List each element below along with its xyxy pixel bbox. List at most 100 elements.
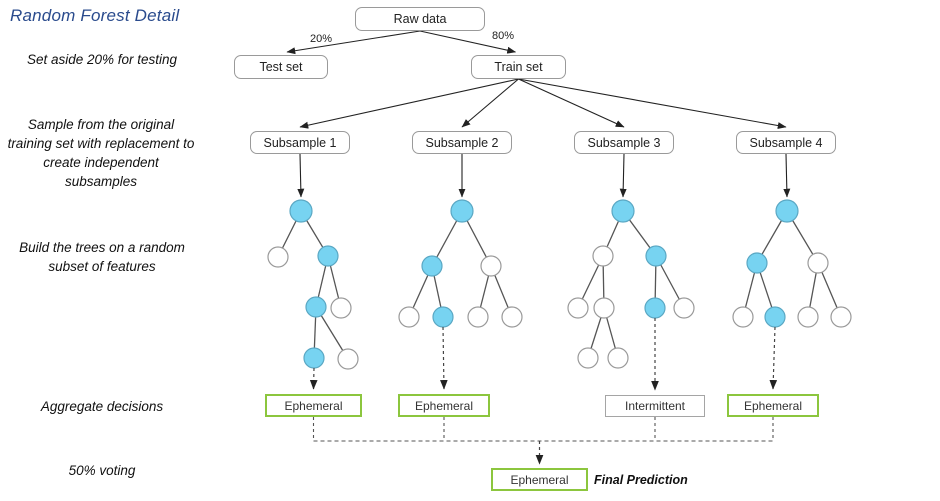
tree-2-branch — [477, 265, 492, 318]
tree-1-branch — [327, 255, 342, 309]
final-prediction-box[interactable]: Ephemeral — [491, 468, 588, 491]
prediction-box-1-label: Ephemeral — [284, 398, 343, 413]
tree-2-node-inactive[interactable] — [501, 306, 523, 328]
box-raw-data-label: Raw data — [393, 12, 447, 26]
tree-3-node-active[interactable] — [611, 199, 635, 223]
stage-label-1: Set aside 20% for testing — [26, 52, 178, 67]
tree-1-node-active[interactable] — [317, 245, 339, 267]
tree-3-branch — [587, 307, 605, 359]
tree-3-node-active[interactable] — [645, 245, 667, 267]
tree-1-branch — [277, 210, 302, 258]
box-subsample-2[interactable]: Subsample 2 — [412, 131, 512, 154]
prediction-box-2-label: Ephemeral — [414, 398, 474, 413]
edge-train-to-subsample-3 — [518, 78, 625, 128]
prediction-box-3[interactable]: Intermittent — [605, 395, 705, 417]
edge-subsample-4-to-tree-root — [783, 153, 791, 198]
tree-1-node-inactive[interactable] — [267, 246, 289, 268]
tree-2-node-inactive[interactable] — [398, 306, 420, 328]
prediction-box-3-label: Intermittent — [624, 399, 686, 413]
box-raw-data[interactable]: Raw data — [355, 7, 485, 31]
tree-4-node-inactive[interactable] — [732, 306, 754, 328]
tree-1-branch — [315, 255, 329, 308]
tree-1-node-active[interactable] — [303, 347, 325, 369]
tree-4-node-active[interactable] — [746, 252, 768, 274]
tree-3-node-inactive[interactable] — [567, 297, 589, 319]
final-prediction-label: Ephemeral — [510, 472, 569, 487]
box-test-set-label: Test set — [259, 60, 303, 74]
box-subsample-1[interactable]: Subsample 1 — [250, 131, 350, 154]
tree-2-node-active[interactable] — [421, 255, 443, 277]
edge-subsample-1-to-tree-root — [297, 153, 305, 198]
tree-2-branch — [408, 265, 433, 318]
tree-3-node-inactive[interactable] — [607, 347, 629, 369]
tree-1-node-active[interactable] — [305, 296, 327, 318]
tree-1-node-active[interactable] — [289, 199, 313, 223]
prediction-box-4[interactable]: Ephemeral — [727, 394, 819, 417]
edge-train-to-subsample-1 — [299, 78, 519, 129]
prediction-box-1[interactable]: Ephemeral — [265, 394, 362, 417]
tree-3-branch — [622, 210, 657, 257]
tree-1-node-inactive[interactable] — [330, 297, 352, 319]
tree-1-branch — [300, 210, 329, 257]
tree-4-node-active[interactable] — [764, 306, 786, 328]
tree-2-node-active[interactable] — [432, 306, 454, 328]
tree-2-node-inactive[interactable] — [480, 255, 502, 277]
tree-4-branch — [817, 262, 842, 318]
final-prediction-caption: Final Prediction — [594, 473, 688, 487]
tree-4-branch — [756, 210, 788, 264]
edge-train-to-subsample-2 — [461, 78, 519, 128]
tree-3-node-inactive[interactable] — [673, 297, 695, 319]
box-subsample-4[interactable]: Subsample 4 — [736, 131, 836, 154]
box-subsample-1-label: Subsample 1 — [263, 135, 337, 150]
tree-3-branch — [602, 210, 624, 257]
tree-2-node-inactive[interactable] — [467, 306, 489, 328]
box-subsample-4-label: Subsample 4 — [749, 135, 823, 150]
tree-1-branch — [315, 306, 349, 360]
tree-3-branch — [602, 255, 605, 309]
tree-4-node-inactive[interactable] — [807, 252, 829, 274]
tree-3-branch — [655, 255, 685, 309]
tree-3-node-inactive[interactable] — [592, 245, 614, 267]
edge-train-to-subsample-4 — [518, 78, 787, 130]
box-train-set-label: Train set — [494, 60, 543, 74]
tree-2-branch — [461, 210, 492, 267]
prediction-box-4-label: Ephemeral — [743, 398, 803, 413]
tree-2-branch — [431, 265, 444, 318]
box-subsample-3[interactable]: Subsample 3 — [574, 131, 674, 154]
tree-3-node-inactive[interactable] — [593, 297, 615, 319]
tree-3-node-inactive[interactable] — [577, 347, 599, 369]
page-title: Random Forest Detail — [10, 6, 180, 25]
tree-3-branch — [603, 307, 619, 359]
box-subsample-3-label: Subsample 3 — [587, 135, 661, 150]
tree-4-branch — [756, 262, 776, 318]
tree-3-branch — [577, 255, 604, 309]
stage-label-2: Sample from the original training set wi… — [7, 117, 195, 189]
diagram-canvas: Random Forest Detail Set aside 20% for t… — [0, 0, 940, 501]
tree-4-node-active[interactable] — [775, 199, 799, 223]
stage-label-4: Aggregate decisions — [40, 399, 164, 414]
edge-subsample-3-to-tree-root — [619, 153, 627, 198]
tree-4-branch — [742, 262, 758, 318]
edge-raw-to-test — [286, 30, 421, 55]
tree-4-node-inactive[interactable] — [830, 306, 852, 328]
tree-1-branch — [313, 306, 317, 359]
tree-3-branch — [654, 255, 657, 309]
dashed-leaf-to-prediction-2 — [440, 326, 448, 390]
dashed-leaf-to-prediction-1 — [309, 367, 318, 390]
dashed-leaf-to-prediction-4 — [769, 326, 778, 390]
box-subsample-2-label: Subsample 2 — [425, 135, 499, 150]
tree-4-branch — [786, 210, 819, 264]
split-label-20pct: 20% — [310, 33, 333, 45]
prediction-box-2[interactable]: Ephemeral — [398, 394, 490, 417]
box-train-set[interactable]: Train set — [471, 55, 566, 79]
tree-3-node-active[interactable] — [644, 297, 666, 319]
tree-4-branch — [807, 262, 819, 318]
split-label-80pct: 80% — [492, 30, 515, 42]
tree-2-node-active[interactable] — [450, 199, 474, 223]
tree-1-node-inactive[interactable] — [337, 348, 359, 370]
tree-2-branch — [431, 210, 463, 267]
stage-label-3: Build the trees on a random subset of fe… — [19, 240, 185, 274]
tree-4-node-inactive[interactable] — [797, 306, 819, 328]
stage-label-5: 50% voting — [68, 463, 136, 478]
box-test-set[interactable]: Test set — [234, 55, 328, 79]
